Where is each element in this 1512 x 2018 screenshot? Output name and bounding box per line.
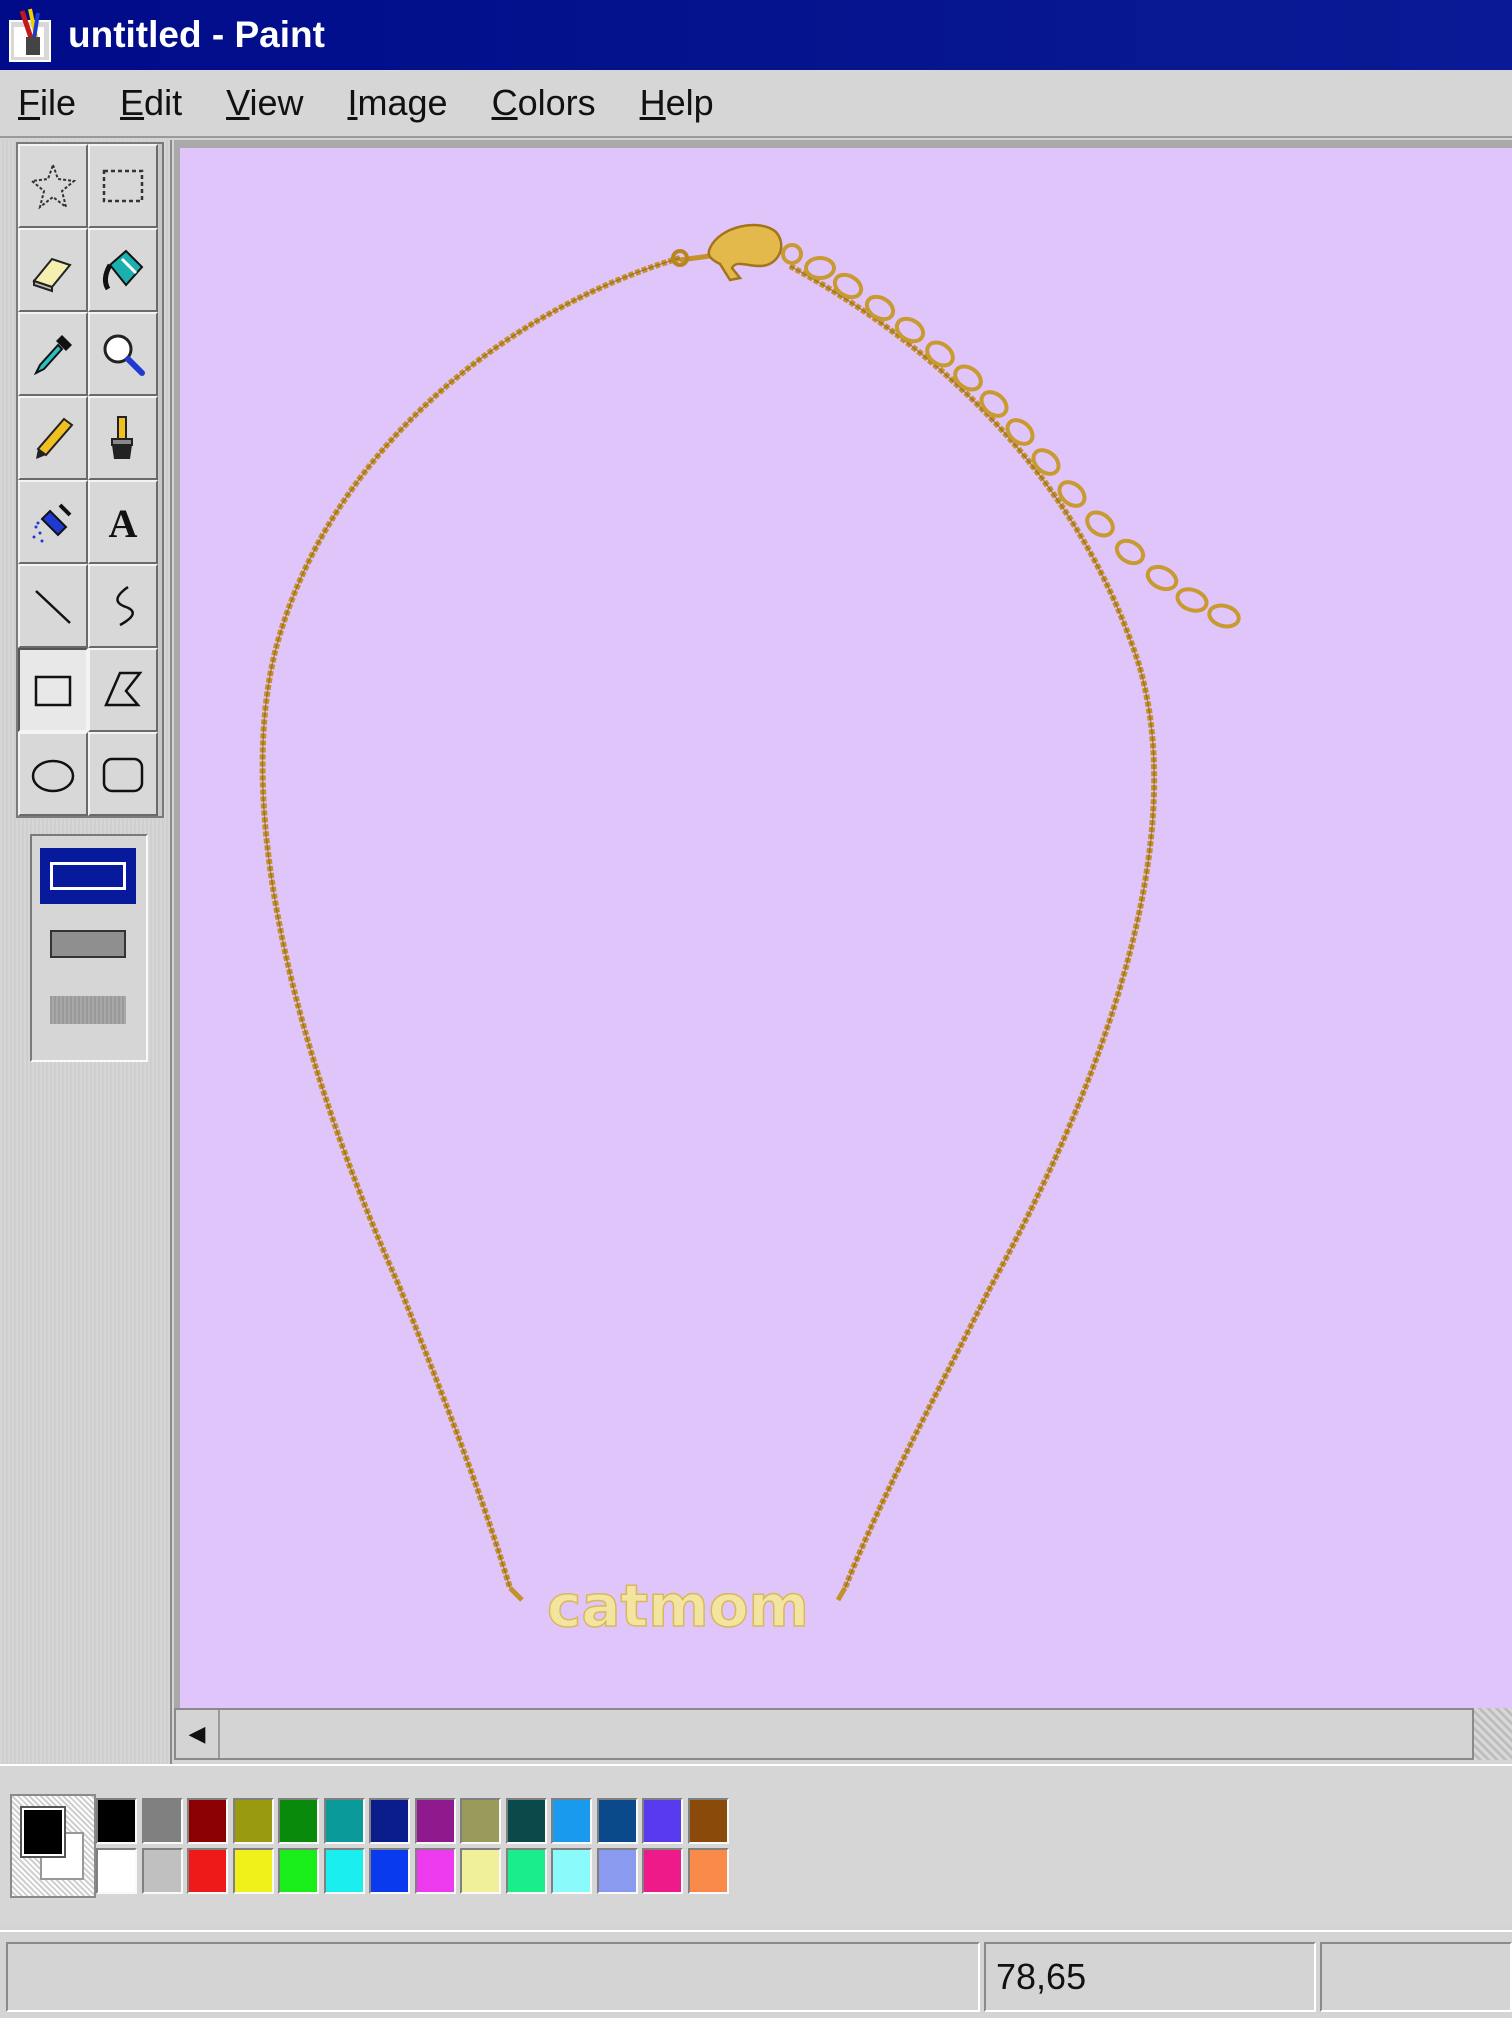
scroll-track[interactable]: ◀	[174, 1708, 1474, 1760]
airbrush-tool[interactable]	[18, 480, 88, 564]
palette-color-swatch[interactable]	[551, 1798, 592, 1844]
rectangle-tool[interactable]	[18, 648, 88, 732]
polygon-icon	[104, 671, 143, 707]
palette-color-swatch[interactable]	[369, 1798, 410, 1844]
paint-app-icon	[8, 7, 58, 63]
fill-only-option[interactable]	[40, 982, 136, 1038]
palette-color-swatch[interactable]	[278, 1798, 319, 1844]
text-icon: A	[109, 501, 138, 546]
pendant: catmom	[508, 1571, 848, 1641]
pencil-icon	[36, 417, 74, 459]
menu-bar: File Edit View Image Colors Help	[0, 70, 1512, 138]
palette-color-swatch[interactable]	[414, 1848, 456, 1894]
airbrush-icon	[32, 503, 72, 543]
magnifier-icon	[103, 334, 145, 376]
scroll-left-button[interactable]: ◀	[176, 1710, 220, 1758]
palette-color-swatch[interactable]	[232, 1848, 274, 1894]
scroll-corner	[1474, 1708, 1512, 1760]
free-form-select-icon	[29, 162, 77, 210]
menu-file[interactable]: File	[12, 82, 82, 124]
palette-swatches	[94, 1796, 731, 1896]
status-coordinates: 78,65	[984, 1942, 1316, 2012]
palette-color-swatch[interactable]	[596, 1848, 638, 1894]
rectangle-icon	[34, 675, 72, 707]
ellipse-tool[interactable]	[18, 732, 88, 816]
palette-color-swatch[interactable]	[505, 1798, 547, 1844]
horizontal-scrollbar[interactable]: ◀	[174, 1708, 1512, 1760]
ellipse-icon	[31, 759, 75, 793]
palette-color-swatch[interactable]	[551, 1848, 592, 1894]
drawing-canvas[interactable]: catmom	[180, 148, 1512, 1708]
select-icon	[102, 169, 144, 203]
extender-chain	[804, 256, 1241, 629]
lobster-clasp	[671, 223, 803, 282]
current-colors	[10, 1794, 96, 1898]
brush-icon	[111, 416, 133, 459]
status-size	[1320, 1942, 1512, 2012]
polygon-tool[interactable]	[88, 648, 158, 732]
palette-color-swatch[interactable]	[96, 1798, 137, 1844]
status-bar: 78,65	[0, 1930, 1512, 2018]
free-form-select-tool[interactable]	[18, 144, 88, 228]
palette-color-swatch[interactable]	[687, 1848, 729, 1894]
palette-color-swatch[interactable]	[187, 1798, 228, 1844]
menu-edit[interactable]: Edit	[114, 82, 188, 124]
tool-options	[30, 834, 148, 1062]
menu-colors[interactable]: Colors	[486, 82, 602, 124]
color-box	[0, 1764, 1512, 1926]
pick-color-icon	[33, 335, 72, 376]
svg-text:A: A	[109, 501, 138, 546]
fill-with-color-icon	[102, 249, 144, 291]
title-bar: untitled - Paint	[0, 0, 1512, 70]
magnifier-tool[interactable]	[88, 312, 158, 396]
rounded-rectangle-tool[interactable]	[88, 732, 158, 816]
status-message	[6, 1942, 980, 2012]
palette-color-swatch[interactable]	[414, 1798, 456, 1844]
text-tool[interactable]: A	[88, 480, 158, 564]
necklace-image: catmom	[259, 223, 1241, 1641]
outline-and-fill-option[interactable]	[40, 916, 136, 972]
palette-color-swatch[interactable]	[141, 1798, 183, 1844]
palette-color-swatch[interactable]	[642, 1798, 683, 1844]
foreground-color-swatch[interactable]	[20, 1806, 66, 1858]
toolbox: A	[0, 140, 172, 1764]
palette-color-swatch[interactable]	[505, 1848, 547, 1894]
eraser-icon	[32, 257, 72, 293]
fill-with-color-tool[interactable]	[88, 228, 158, 312]
palette-color-swatch[interactable]	[323, 1798, 365, 1844]
palette-color-swatch[interactable]	[232, 1798, 274, 1844]
arrow-left-icon: ◀	[188, 1721, 206, 1746]
menu-image[interactable]: Image	[341, 82, 453, 124]
pick-color-tool[interactable]	[18, 312, 88, 396]
palette-color-swatch[interactable]	[460, 1798, 501, 1844]
select-tool[interactable]	[88, 144, 158, 228]
palette-color-swatch[interactable]	[96, 1848, 137, 1894]
rounded-rectangle-icon	[102, 757, 144, 793]
line-icon	[35, 590, 71, 624]
eraser-tool[interactable]	[18, 228, 88, 312]
line-tool[interactable]	[18, 564, 88, 648]
curve-icon	[116, 585, 134, 627]
palette-color-swatch[interactable]	[687, 1798, 729, 1844]
window-title: untitled - Paint	[68, 14, 325, 55]
palette-color-swatch[interactable]	[141, 1848, 183, 1894]
curve-tool[interactable]	[88, 564, 158, 648]
palette-color-swatch[interactable]	[278, 1848, 319, 1894]
palette-color-swatch[interactable]	[596, 1798, 638, 1844]
pencil-tool[interactable]	[18, 396, 88, 480]
palette-color-swatch[interactable]	[460, 1848, 501, 1894]
pendant-text: catmom	[547, 1572, 809, 1640]
palette-color-swatch[interactable]	[323, 1848, 365, 1894]
canvas-area: catmom	[174, 140, 1512, 1708]
palette-color-swatch[interactable]	[187, 1848, 228, 1894]
menu-help[interactable]: Help	[634, 82, 720, 124]
palette-color-swatch[interactable]	[642, 1848, 683, 1894]
menu-view[interactable]: View	[220, 82, 309, 124]
tools-grid: A	[16, 142, 164, 818]
palette-color-swatch[interactable]	[369, 1848, 410, 1894]
brush-tool[interactable]	[88, 396, 158, 480]
outline-only-option[interactable]	[40, 848, 136, 904]
